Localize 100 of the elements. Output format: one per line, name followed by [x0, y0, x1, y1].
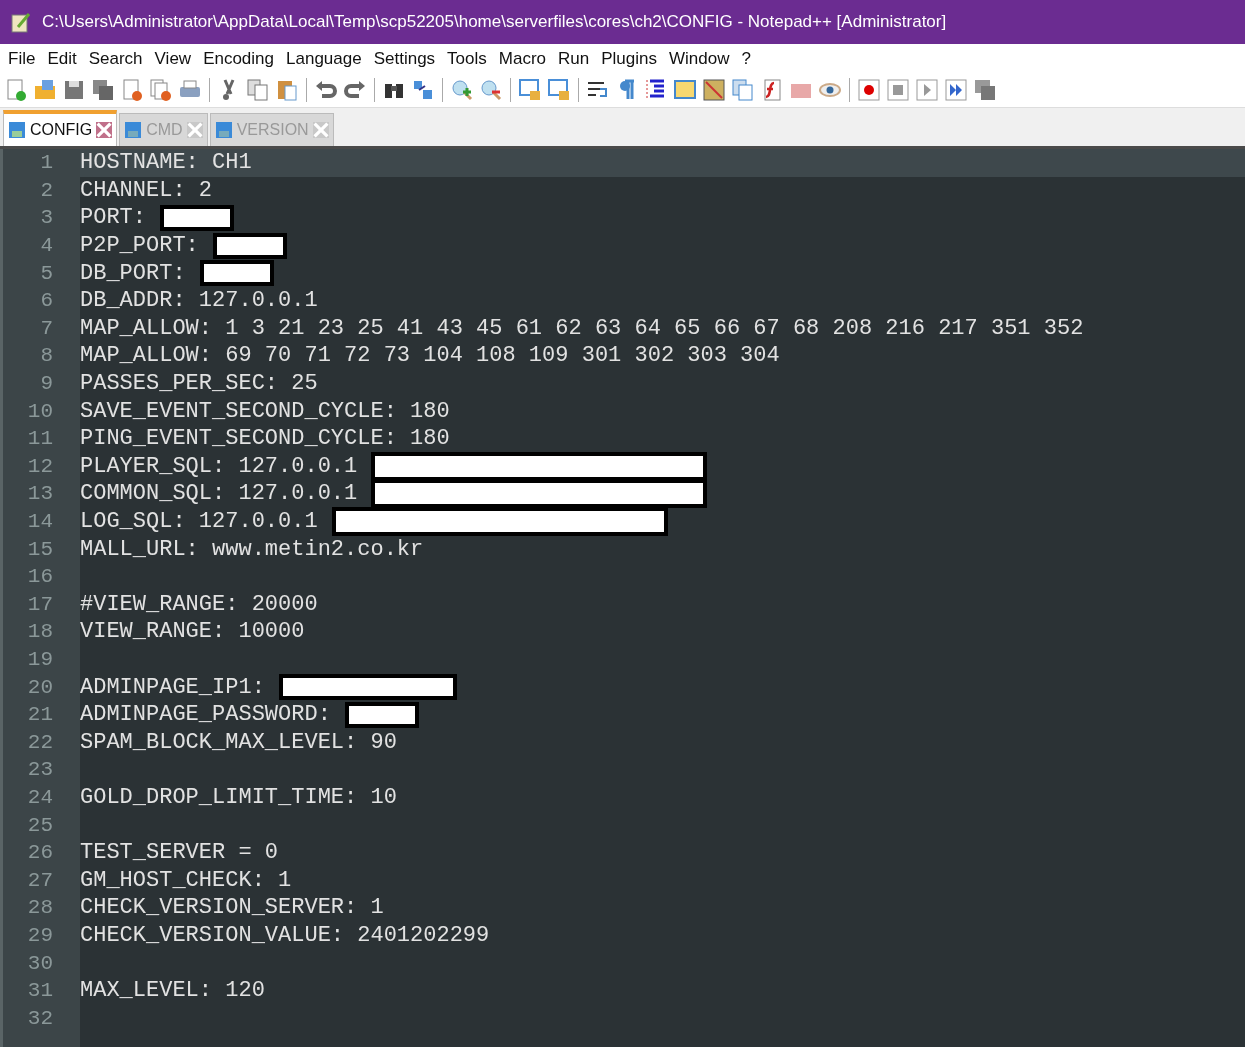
line-number: 22 [26, 729, 54, 756]
line-number: 21 [26, 702, 54, 729]
code-line: TEST_SERVER = 0 [80, 840, 279, 866]
code-line: DB_ADDR: 127.0.0.1 [80, 288, 318, 314]
close-file-icon[interactable] [120, 78, 144, 102]
record-icon[interactable] [857, 78, 881, 102]
menu-item[interactable]: Search [82, 48, 149, 69]
code-line: COMMON_SQL: 127.0.0.1 [80, 481, 358, 507]
tab-label: CMD [146, 121, 183, 139]
line-number: 5 [39, 260, 54, 287]
line-number: 30 [26, 950, 54, 977]
zoom-out-icon[interactable] [479, 78, 503, 102]
new-file-icon[interactable] [4, 78, 28, 102]
code-line: GM_HOST_CHECK: 1 [80, 867, 292, 893]
line-number: 8 [39, 343, 54, 370]
line-number: 14 [26, 509, 54, 535]
notepad-icon [10, 11, 32, 33]
code-line: PASSES_PER_SEC: 25 [80, 371, 318, 397]
line-number: 18 [26, 619, 54, 646]
code-line: ADMINPAGE_IP1: [80, 674, 265, 700]
paste-icon[interactable] [275, 78, 299, 102]
code-line: MAX_LEVEL: 120 [80, 978, 265, 1004]
menu-item[interactable]: Run [552, 48, 596, 69]
window-icon[interactable] [673, 78, 697, 102]
code-line: VIEW_RANGE: 10000 [80, 619, 305, 645]
close-all-icon[interactable] [149, 78, 173, 102]
window-title: C:\Users\Administrator\AppData\Local\Temp\scp52205\home\serverfiles\cores\ch2\CONFIG - Notepad++ [Administrator] [42, 12, 947, 32]
code-line: DB_PORT: [80, 260, 186, 286]
save-icon [8, 121, 26, 139]
menu-item[interactable]: Macro [492, 48, 552, 69]
documents-icon[interactable] [731, 78, 755, 102]
menu-item[interactable]: Encoding [197, 48, 280, 69]
menu-item[interactable]: Settings [367, 48, 442, 69]
line-number: 26 [26, 840, 54, 867]
code-line: ADMINPAGE_PASSWORD: [80, 702, 331, 728]
tab-label: VERSION [236, 121, 309, 139]
line-number: 7 [39, 315, 54, 342]
code-line: SAVE_EVENT_SECOND_CYCLE: 180 [80, 398, 450, 424]
line-number: 4 [39, 233, 54, 260]
code-line: PLAYER_SQL: 127.0.0.1 [80, 453, 358, 479]
window-lock-icon[interactable] [547, 78, 571, 102]
code-line: CHECK_VERSION_SERVER: 1 [80, 895, 384, 921]
code-line: CHANNEL: 2 [80, 177, 213, 203]
line-number: 1 [39, 150, 54, 177]
save-icon[interactable] [62, 78, 86, 102]
code-line: MAP_ALLOW: 1 3 21 23 25 41 43 45 61 62 63 64 65 66 67 68 208 216 217 351 352 [80, 315, 1084, 341]
zoom-in-icon[interactable] [450, 78, 474, 102]
menu-item[interactable]: Language [280, 48, 368, 69]
play-icon[interactable] [915, 78, 939, 102]
line-number: 12 [26, 453, 54, 480]
stop-icon[interactable] [886, 78, 910, 102]
menu-item[interactable]: View [148, 48, 198, 69]
copy-icon[interactable] [246, 78, 270, 102]
menu-item[interactable]: ? [735, 48, 757, 69]
line-number: 19 [26, 647, 54, 673]
line-number: 17 [26, 591, 54, 618]
tab-label: CONFIG [30, 121, 93, 139]
menu-item[interactable]: Tools [441, 48, 493, 69]
code-line: LOG_SQL: 127.0.0.1 [80, 509, 318, 534]
line-number: 29 [26, 922, 54, 949]
line-number: 27 [26, 867, 54, 894]
menu-item[interactable]: Window [662, 48, 736, 69]
line-number: 11 [26, 426, 54, 453]
line-number: 24 [26, 784, 54, 811]
window-lock-icon[interactable] [518, 78, 542, 102]
line-number: 32 [26, 1005, 54, 1032]
line-number: 25 [26, 812, 54, 839]
save-macro-icon[interactable] [973, 78, 997, 102]
replace-icon[interactable] [411, 78, 435, 102]
code-line: MAP_ALLOW: 69 70 71 72 73 104 108 109 301 302 303 304 [80, 343, 780, 369]
code-line: P2P_PORT: [80, 233, 199, 259]
line-number: 28 [26, 895, 54, 922]
menu-item[interactable]: Plugins [595, 48, 663, 69]
open-folder-icon[interactable] [33, 78, 57, 102]
line-number: 6 [39, 288, 54, 315]
line-number: 10 [26, 398, 54, 425]
line-number: 31 [26, 978, 54, 1005]
code-line: PORT: [80, 205, 146, 231]
line-number: 16 [26, 564, 54, 591]
line-number: 13 [26, 481, 54, 508]
save-icon [124, 121, 143, 139]
code-line: SPAM_BLOCK_MAX_LEVEL: 90 [80, 729, 397, 755]
close-icon[interactable] [96, 122, 113, 138]
line-number: 20 [26, 674, 54, 701]
file-tab[interactable]: CONFIG [3, 110, 118, 146]
code-line: GOLD_DROP_LIMIT_TIME: 10 [80, 784, 397, 810]
map-icon[interactable] [702, 78, 726, 102]
code-line: CHECK_VERSION_VALUE: 2401202299 [80, 922, 490, 948]
code-line: #VIEW_RANGE: 20000 [80, 591, 318, 617]
line-number: 2 [39, 177, 54, 204]
menu-item[interactable]: File [2, 48, 42, 69]
save-icon [214, 121, 233, 139]
save-all-icon[interactable] [91, 78, 115, 102]
code-line: HOSTNAME: CH1 [80, 150, 252, 176]
fast-forward-icon[interactable] [944, 78, 968, 102]
code-line: PING_EVENT_SECOND_CYCLE: 180 [80, 426, 450, 452]
line-number: 23 [26, 757, 54, 784]
line-number: 9 [39, 371, 54, 398]
menu-item[interactable]: Edit [41, 48, 83, 69]
line-number: 15 [26, 536, 54, 563]
